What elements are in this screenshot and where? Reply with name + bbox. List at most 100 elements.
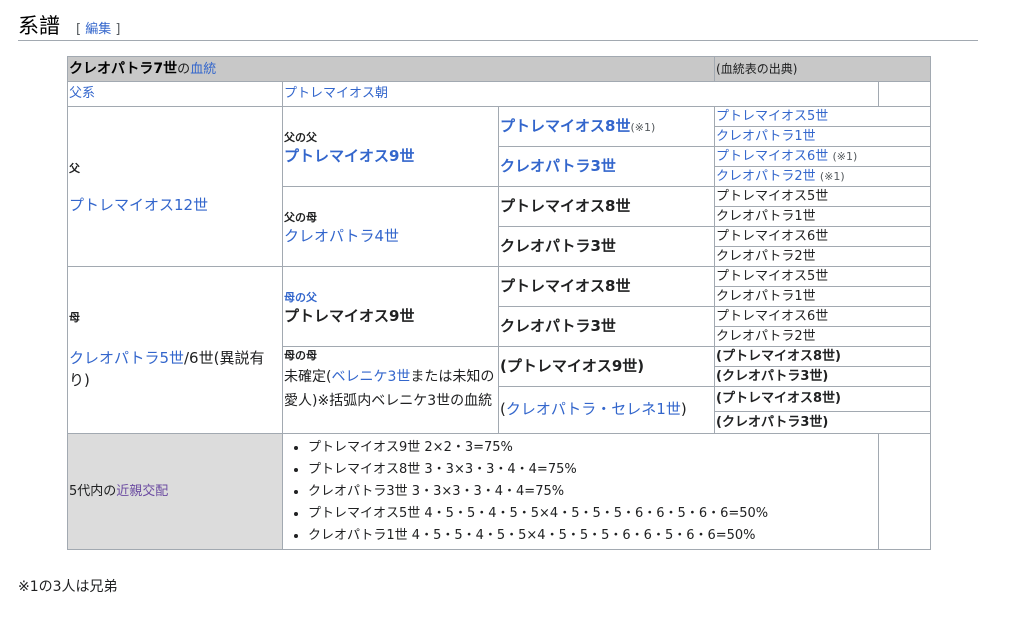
pedigree-row: 母 クレオパトラ5世/6世(異説有り) 母の父 プトレマイオス9世 プトレマイオ… [67, 266, 932, 434]
fmfm-cell: クレオパトラ1世 [714, 206, 932, 227]
inbreeding-list: プトレマイオス9世 2×2・3=75% プトレマイオス8世 3・3×3・3・4・… [284, 437, 877, 547]
mmfm-cell: (クレオパトラ3世) [714, 366, 932, 387]
mf-label-link[interactable]: 母の父 [284, 289, 497, 307]
fmmm-cell: クレオパトラ2世 [714, 246, 932, 267]
inbreeding-list-cell: プトレマイオス9世 2×2・3=75% プトレマイオス8世 3・3×3・3・4・… [281, 433, 880, 550]
edit-section: [ 編集 ] [76, 18, 120, 37]
ffmm-cell: クレオパトラ2世 (※1) [714, 166, 932, 187]
mmf-text: (プトレマイオス9世) [500, 356, 645, 375]
inbreeding-row: 5代内の近親交配 プトレマイオス9世 2×2・3=75% プトレマイオス8世 3… [67, 433, 932, 550]
footnote: ※1の3人は兄弟 [18, 579, 118, 595]
father-link[interactable]: プトレマイオス12世 [69, 196, 281, 214]
ffmf-note: (※1) [832, 149, 858, 163]
fmf-text: プトレマイオス8世 [500, 196, 631, 215]
mmfm-text: (クレオパトラ3世) [716, 368, 829, 384]
fffm-link[interactable]: クレオパトラ1世 [716, 129, 816, 144]
ffmf-link[interactable]: プトレマイオス6世 [716, 149, 828, 164]
mother-link[interactable]: クレオパトラ5世 [69, 349, 184, 367]
pedigree-title-of: の [177, 61, 191, 77]
fmff-text: プトレマイオス5世 [716, 188, 829, 204]
mmf-cell: (プトレマイオス9世) [497, 346, 716, 387]
mfm-text: クレオパトラ3世 [500, 316, 616, 335]
fmmf-text: プトレマイオス6世 [716, 228, 829, 244]
ffmf-cell: プトレマイオス6世 (※1) [714, 146, 932, 167]
fmff-cell: プトレマイオス5世 [714, 186, 932, 207]
pedigree-row: 父 プトレマイオス12世 父の父 プトレマイオス9世 プトレマイオス8世(※1)… [67, 106, 932, 267]
pedigree-source-cell: (血統表の出典) [714, 56, 932, 82]
ptolemaic-dynasty-link[interactable]: プトレマイオス朝 [284, 86, 388, 101]
section-heading: 系譜 [ 編集 ] [18, 8, 978, 41]
inbreeding-empty-cell [878, 433, 932, 550]
ff-cell: 父の父 プトレマイオス9世 [282, 106, 499, 187]
fm-link[interactable]: クレオパトラ4世 [284, 227, 497, 245]
fmmm-text: クレオパトラ2世 [716, 248, 816, 264]
fmfm-text: クレオパトラ1世 [716, 208, 816, 224]
mmmf-text: (プトレマイオス8世) [716, 391, 841, 406]
mother-label: 母 [69, 311, 80, 324]
mmmf-cell: (プトレマイオス8世) [714, 386, 932, 412]
father-cell: 父 プトレマイオス12世 [67, 106, 283, 267]
mm-label: 母の母 [284, 349, 317, 362]
paternal-line-row: 父系 プトレマイオス朝 [67, 81, 932, 107]
edit-link[interactable]: 編集 [85, 22, 111, 37]
fmm-cell: クレオパトラ3世 [497, 226, 716, 267]
mm-value: 未確定(ベレニケ3世または未知の愛人)※括弧内ベレニケ3世の血統 [284, 365, 497, 413]
ffmm-link[interactable]: クレオパトラ2世 [716, 169, 816, 184]
mffm-text: クレオパトラ1世 [716, 288, 816, 304]
fffm-cell: クレオパトラ1世 [714, 126, 932, 147]
mfmf-cell: プトレマイオス6世 [714, 306, 932, 327]
edit-bracket-open: [ [76, 22, 82, 37]
fmm-text: クレオパトラ3世 [500, 236, 616, 255]
inbreeding-item: プトレマイオス5世 4・5・5・4・5・5×4・5・5・5・6・6・5・6・6=… [308, 503, 877, 525]
mfff-text: プトレマイオス5世 [716, 268, 829, 284]
mmm-link[interactable]: クレオパトラ・セレネ1世 [506, 400, 681, 418]
paternal-line-value-cell: プトレマイオス朝 [281, 81, 880, 107]
mother-cell: 母 クレオパトラ5世/6世(異説有り) [67, 266, 283, 434]
inbreeding-item: プトレマイオス9世 2×2・3=75% [308, 437, 877, 459]
mm-link[interactable]: ベレニケ3世 [331, 369, 410, 385]
pedigree-source-link[interactable]: (血統表の出典) [716, 62, 797, 76]
mmmm-text: (クレオパトラ3世) [716, 414, 829, 430]
fff-link[interactable]: プトレマイオス8世 [500, 117, 630, 135]
bloodline-link[interactable]: 血統 [190, 62, 216, 77]
mmm-cell: (クレオパトラ・セレネ1世) [497, 386, 716, 434]
inbreeding-item: クレオパトラ3世 3・3×3・3・4・4=75% [308, 481, 877, 503]
inbreeding-label-pre: 5代内の [69, 483, 117, 499]
mmff-cell: (プトレマイオス8世) [714, 346, 932, 367]
mff-cell: プトレマイオス8世 [497, 266, 716, 307]
ff-link[interactable]: プトレマイオス9世 [284, 147, 497, 165]
inbreeding-link[interactable]: 近親交配 [116, 484, 168, 499]
mm-cell: 母の母 未確定(ベレニケ3世または未知の愛人)※括弧内ベレニケ3世の血統 [282, 346, 499, 434]
mm-pre: 未確定( [284, 369, 332, 385]
pedigree-table: クレオパトラ7世の血統 (血統表の出典) 父系 プトレマイオス朝 父 プトレマイ… [66, 56, 932, 550]
fmmf-cell: プトレマイオス6世 [714, 226, 932, 247]
mf-cell: 母の父 プトレマイオス9世 [282, 266, 499, 347]
inbreeding-item: クレオパトラ1世 4・5・5・4・5・5×4・5・5・5・6・6・5・6・6=5… [308, 525, 877, 547]
fff-note: (※1) [630, 120, 656, 134]
edit-bracket-close: ] [115, 22, 121, 37]
mff-text: プトレマイオス8世 [500, 276, 631, 295]
ffff-cell: プトレマイオス5世 [714, 106, 932, 127]
pedigree-title: クレオパトラ7世 [69, 60, 178, 77]
inbreeding-item: プトレマイオス8世 3・3×3・3・4・4=75% [308, 459, 877, 481]
paternal-line-link[interactable]: 父系 [69, 86, 95, 101]
mfmm-text: クレオパトラ2世 [716, 328, 816, 344]
mmm-close: ) [680, 400, 687, 418]
fff-cell: プトレマイオス8世(※1) [497, 106, 716, 147]
fm-cell: 父の母 クレオパトラ4世 [282, 186, 499, 267]
ffff-link[interactable]: プトレマイオス5世 [716, 109, 828, 124]
pedigree-title-cell: クレオパトラ7世の血統 [66, 56, 716, 82]
ffm-cell: クレオパトラ3世 [497, 146, 716, 187]
pedigree-header-row: クレオパトラ7世の血統 (血統表の出典) [66, 56, 932, 82]
mfmm-cell: クレオパトラ2世 [714, 326, 932, 347]
mfm-cell: クレオパトラ3世 [497, 306, 716, 347]
ffm-link[interactable]: クレオパトラ3世 [500, 157, 616, 175]
mffm-cell: クレオパトラ1世 [714, 286, 932, 307]
section-title: 系譜 [18, 14, 60, 38]
mother-value: クレオパトラ5世/6世(異説有り) [69, 347, 281, 391]
mmmm-cell: (クレオパトラ3世) [714, 411, 932, 434]
fmf-cell: プトレマイオス8世 [497, 186, 716, 227]
fm-label: 父の母 [284, 210, 317, 224]
father-label: 父 [69, 161, 80, 175]
mfff-cell: プトレマイオス5世 [714, 266, 932, 287]
